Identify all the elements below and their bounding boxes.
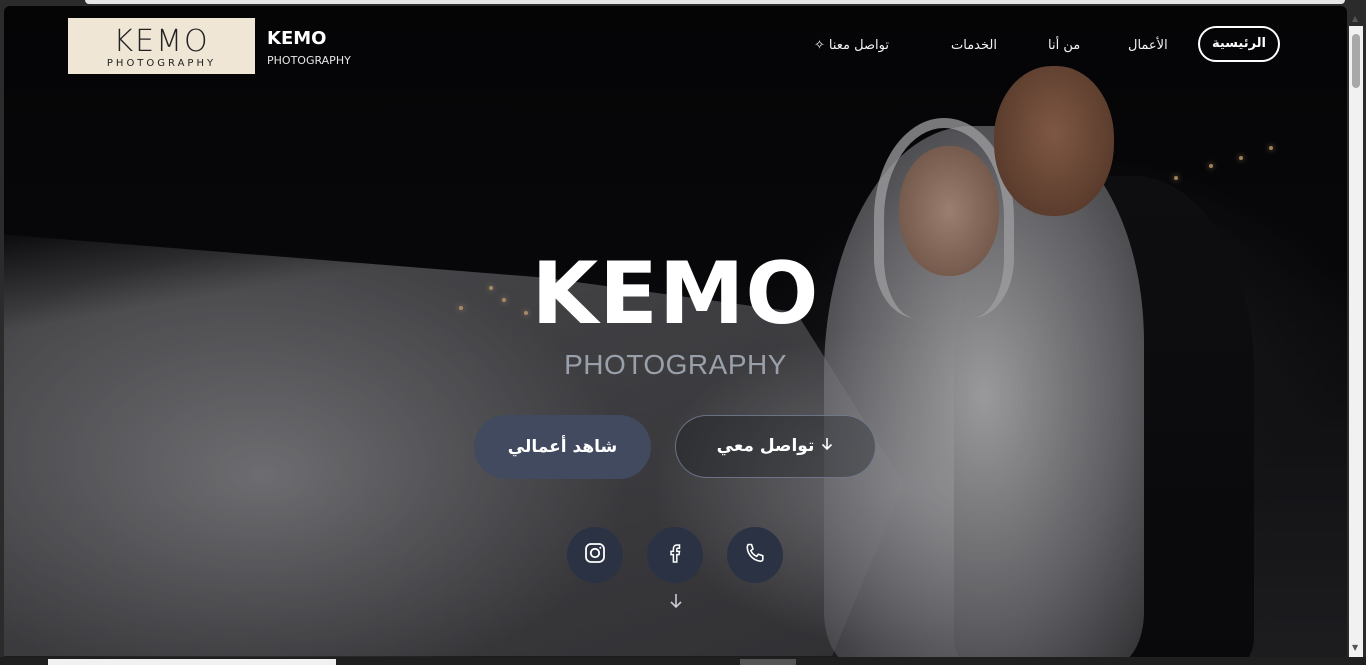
- browser-top-edge: [85, 0, 1345, 4]
- facebook-button[interactable]: [647, 527, 703, 583]
- arrow-down-icon: [820, 416, 834, 476]
- logo-wordmark: KEMO: [113, 24, 210, 59]
- scroll-up-icon[interactable]: ▲: [1352, 14, 1358, 23]
- contact-me-label: تواصل معي: [716, 436, 815, 456]
- taskbar-tab[interactable]: [740, 659, 796, 665]
- taskbar-strip: [0, 657, 1366, 665]
- scrollbar-thumb[interactable]: [1352, 34, 1360, 88]
- logo-subtitle: PHOTOGRAPHY: [106, 58, 217, 69]
- contact-me-button[interactable]: تواصل معي: [675, 415, 876, 478]
- hero-section: KEMO PHOTOGRAPHY KEMO PHOTOGRAPHY ✧ تواصل…: [4, 6, 1347, 657]
- nav-services[interactable]: الخدمات: [951, 26, 997, 66]
- facebook-icon: [663, 541, 687, 569]
- taskbar-tab[interactable]: [48, 659, 336, 665]
- logo-image[interactable]: KEMO PHOTOGRAPHY: [68, 18, 255, 74]
- view-works-button[interactable]: شاهد أعمالي: [474, 415, 651, 479]
- nav-home-button[interactable]: الرئيسية: [1198, 26, 1280, 62]
- phone-icon: [743, 541, 767, 569]
- hero-subtitle: PHOTOGRAPHY: [564, 349, 787, 380]
- nav-contact-label: تواصل معنا: [828, 38, 889, 53]
- nav-contact[interactable]: ✧ تواصل معنا: [814, 26, 889, 66]
- scroll-down-icon[interactable]: ▼: [1352, 643, 1358, 652]
- nav-about[interactable]: من أنا: [1048, 26, 1080, 66]
- page-scrollbar[interactable]: [1349, 26, 1363, 657]
- nav-works[interactable]: الأعمال: [1128, 26, 1168, 66]
- scroll-down-arrow-icon[interactable]: [668, 592, 684, 614]
- instagram-button[interactable]: [567, 527, 623, 583]
- sparkle-icon: ✧: [814, 38, 825, 53]
- instagram-icon: [583, 541, 607, 569]
- brand-name[interactable]: KEMO: [267, 28, 326, 49]
- brand-subtitle: PHOTOGRAPHY: [267, 54, 351, 67]
- phone-button[interactable]: [727, 527, 783, 583]
- hero-title: KEMO: [531, 244, 820, 344]
